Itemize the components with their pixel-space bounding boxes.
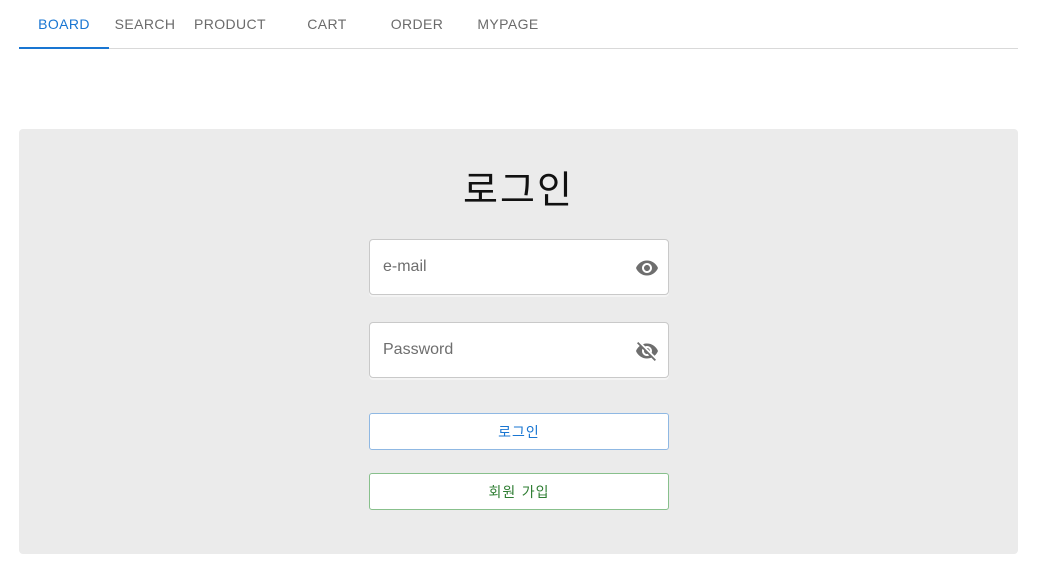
eye-off-icon[interactable] [635, 339, 659, 363]
password-field[interactable]: Password [369, 322, 669, 378]
tab-search[interactable]: SEARCH [109, 0, 181, 48]
email-field[interactable]: e-mail [369, 239, 669, 295]
tab-order[interactable]: ORDER [375, 0, 459, 48]
login-button[interactable]: 로그인 [369, 413, 669, 450]
email-placeholder: e-mail [383, 258, 427, 275]
login-panel: 로그인 e-mail Password 로그인 회원 가입 [19, 129, 1018, 554]
eye-icon[interactable] [635, 256, 659, 280]
tab-board[interactable]: BOARD [19, 0, 109, 49]
page-title: 로그인 [463, 168, 574, 212]
tab-mypage[interactable]: MYPAGE [459, 0, 557, 48]
password-placeholder: Password [383, 341, 454, 358]
top-navigation-tabs: BOARD SEARCH PRODUCT CART ORDER MYPAGE [19, 0, 1018, 49]
tab-cart[interactable]: CART [279, 0, 375, 48]
signup-button[interactable]: 회원 가입 [369, 473, 669, 510]
tab-product[interactable]: PRODUCT [181, 0, 279, 48]
